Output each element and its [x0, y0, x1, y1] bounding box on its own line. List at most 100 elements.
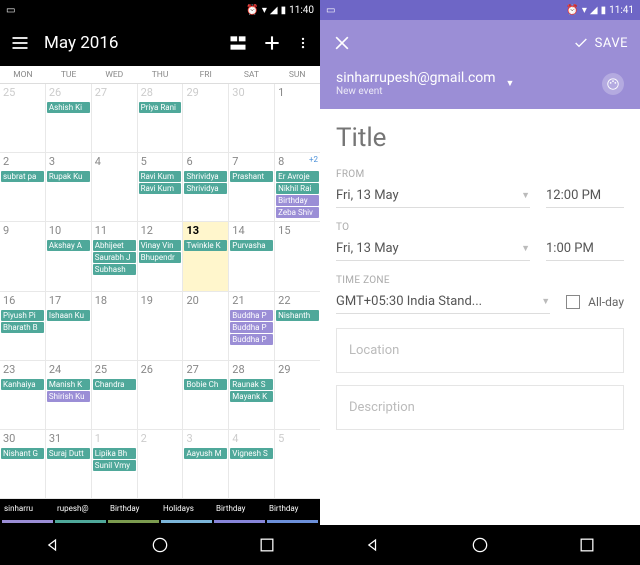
event-chip[interactable]: Buddha P — [230, 334, 273, 345]
day-cell[interactable]: 5Ravi KumRavi Kum — [138, 153, 184, 221]
calendar-strip[interactable]: sinharrurupesh@BirthdayHolidaysBirthdayB… — [0, 499, 320, 525]
day-cell[interactable]: 14Purvasha — [229, 222, 275, 290]
day-cell[interactable]: 19 — [138, 292, 184, 360]
day-cell[interactable]: 6ShrividyaShrividya — [183, 153, 229, 221]
event-chip[interactable]: Birthday — [276, 195, 319, 206]
to-time-select[interactable]: 1:00 PM — [546, 237, 624, 261]
event-chip[interactable]: Vignesh S — [230, 448, 273, 459]
day-cell[interactable]: 20 — [183, 292, 229, 360]
day-cell[interactable]: 3Aayush M — [183, 430, 229, 498]
day-cell[interactable]: 29 — [275, 361, 320, 429]
event-chip[interactable]: Ravi Kum — [139, 171, 182, 182]
event-chip[interactable]: Purvasha — [230, 240, 273, 251]
event-chip[interactable]: Twinkle K — [184, 240, 227, 251]
add-event-icon[interactable] — [262, 33, 282, 53]
event-chip[interactable]: Aayush M — [184, 448, 227, 459]
event-chip[interactable]: Bobie Ch — [184, 379, 227, 390]
day-cell[interactable]: 13Twinkle K — [183, 222, 229, 290]
day-cell[interactable]: 5 — [275, 430, 320, 498]
day-cell[interactable]: 8+2Er AvrojeNikhil RaiBirthdayZeba Shiv — [275, 153, 320, 221]
event-chip[interactable]: Zeba Shiv — [276, 207, 319, 218]
view-toggle-icon[interactable] — [228, 33, 248, 53]
close-icon[interactable] — [332, 33, 352, 53]
account-dropdown-icon[interactable]: ▼ — [506, 78, 515, 89]
color-picker-icon[interactable] — [602, 73, 624, 95]
day-cell[interactable]: 12Vinay VinBhupendr — [138, 222, 184, 290]
location-input[interactable]: Location — [336, 328, 624, 373]
calendar-chip[interactable]: Birthday — [267, 501, 318, 523]
event-chip[interactable]: Buddha P — [230, 310, 273, 321]
event-chip[interactable]: Kanhaiya — [1, 379, 44, 390]
event-chip[interactable]: Shirish Ku — [47, 391, 90, 402]
day-cell[interactable]: 21Buddha PBuddha PBuddha P — [229, 292, 275, 360]
home-button[interactable] — [150, 535, 170, 555]
event-chip[interactable]: Er Avroje — [276, 171, 319, 182]
day-cell[interactable]: 25 — [0, 84, 46, 152]
event-chip[interactable]: Subhash — [93, 264, 136, 275]
event-chip[interactable]: Prashant — [230, 171, 273, 182]
day-cell[interactable]: 10Akshay A — [46, 222, 92, 290]
event-chip[interactable]: Vinay Vin — [139, 240, 182, 251]
event-chip[interactable]: Ashish Ki — [47, 102, 90, 113]
timezone-select[interactable]: GMT+05:30 India Stand...▼ — [336, 290, 550, 314]
event-chip[interactable]: Priya Rani — [139, 102, 182, 113]
day-cell[interactable]: 31Suraj Dutt — [46, 430, 92, 498]
day-cell[interactable]: 1 — [275, 84, 320, 152]
calendar-chip[interactable]: sinharru — [2, 501, 53, 523]
event-chip[interactable]: Saurabh J — [93, 252, 136, 263]
day-cell[interactable]: 30 — [229, 84, 275, 152]
menu-icon[interactable] — [10, 33, 30, 53]
event-chip[interactable]: Shrividya — [184, 171, 227, 182]
description-input[interactable]: Description — [336, 385, 624, 430]
account-email[interactable]: sinharrupesh@gmail.com — [336, 70, 496, 86]
day-cell[interactable]: 11AbhijeetSaurabh JSubhash — [92, 222, 138, 290]
day-cell[interactable]: 22Nishanth — [275, 292, 320, 360]
event-chip[interactable]: Mayank K — [230, 391, 273, 402]
day-cell[interactable]: 26Ashish Ki — [46, 84, 92, 152]
recents-button[interactable] — [257, 535, 277, 555]
day-cell[interactable]: 17Ishaan Ku — [46, 292, 92, 360]
month-title[interactable]: May 2016 — [44, 33, 214, 53]
event-chip[interactable]: Chandra — [93, 379, 136, 390]
day-cell[interactable]: 28Priya Rani — [138, 84, 184, 152]
event-chip[interactable]: Suraj Dutt — [47, 448, 90, 459]
from-date-select[interactable]: Fri, 13 May▼ — [336, 184, 530, 208]
event-chip[interactable]: Manish K — [47, 379, 90, 390]
event-chip[interactable]: Rupak Ku — [47, 171, 90, 182]
event-chip[interactable]: subrat pa — [1, 171, 44, 182]
day-cell[interactable]: 2subrat pa — [0, 153, 46, 221]
event-chip[interactable]: Buddha P — [230, 322, 273, 333]
day-cell[interactable]: 1Lipika BhSunil Vmy — [92, 430, 138, 498]
day-cell[interactable]: 23Kanhaiya — [0, 361, 46, 429]
event-chip[interactable]: Ishaan Ku — [47, 310, 90, 321]
day-cell[interactable]: 30Nishant G — [0, 430, 46, 498]
day-cell[interactable]: 29 — [183, 84, 229, 152]
day-cell[interactable]: 16Piyush PiBharath B — [0, 292, 46, 360]
event-chip[interactable]: Ravi Kum — [139, 183, 182, 194]
calendar-chip[interactable]: Birthday — [108, 501, 159, 523]
event-chip[interactable]: Bharath B — [1, 322, 44, 333]
event-chip[interactable]: Abhijeet — [93, 240, 136, 251]
back-button[interactable] — [363, 535, 383, 555]
event-chip[interactable]: Nikhil Rai — [276, 183, 319, 194]
event-chip[interactable]: Sunil Vmy — [93, 460, 136, 471]
day-cell[interactable]: 18 — [92, 292, 138, 360]
day-cell[interactable]: 25Chandra — [92, 361, 138, 429]
day-cell[interactable]: 27 — [92, 84, 138, 152]
day-cell[interactable]: 4Vignesh S — [229, 430, 275, 498]
day-cell[interactable]: 9 — [0, 222, 46, 290]
home-button[interactable] — [470, 535, 490, 555]
recents-button[interactable] — [577, 535, 597, 555]
event-chip[interactable]: Nishant G — [1, 448, 44, 459]
to-date-select[interactable]: Fri, 13 May▼ — [336, 237, 530, 261]
day-cell[interactable]: 3Rupak Ku — [46, 153, 92, 221]
event-chip[interactable]: Bhupendr — [139, 252, 182, 263]
calendar-chip[interactable]: Birthday — [214, 501, 265, 523]
day-cell[interactable]: 27Bobie Ch — [183, 361, 229, 429]
day-cell[interactable]: 28Raunak SMayank K — [229, 361, 275, 429]
day-cell[interactable]: 2 — [138, 430, 184, 498]
month-grid[interactable]: 2526Ashish Ki2728Priya Rani293012subrat … — [0, 84, 320, 499]
event-chip[interactable]: Shrividya — [184, 183, 227, 194]
back-button[interactable] — [43, 535, 63, 555]
from-time-select[interactable]: 12:00 PM — [546, 184, 624, 208]
